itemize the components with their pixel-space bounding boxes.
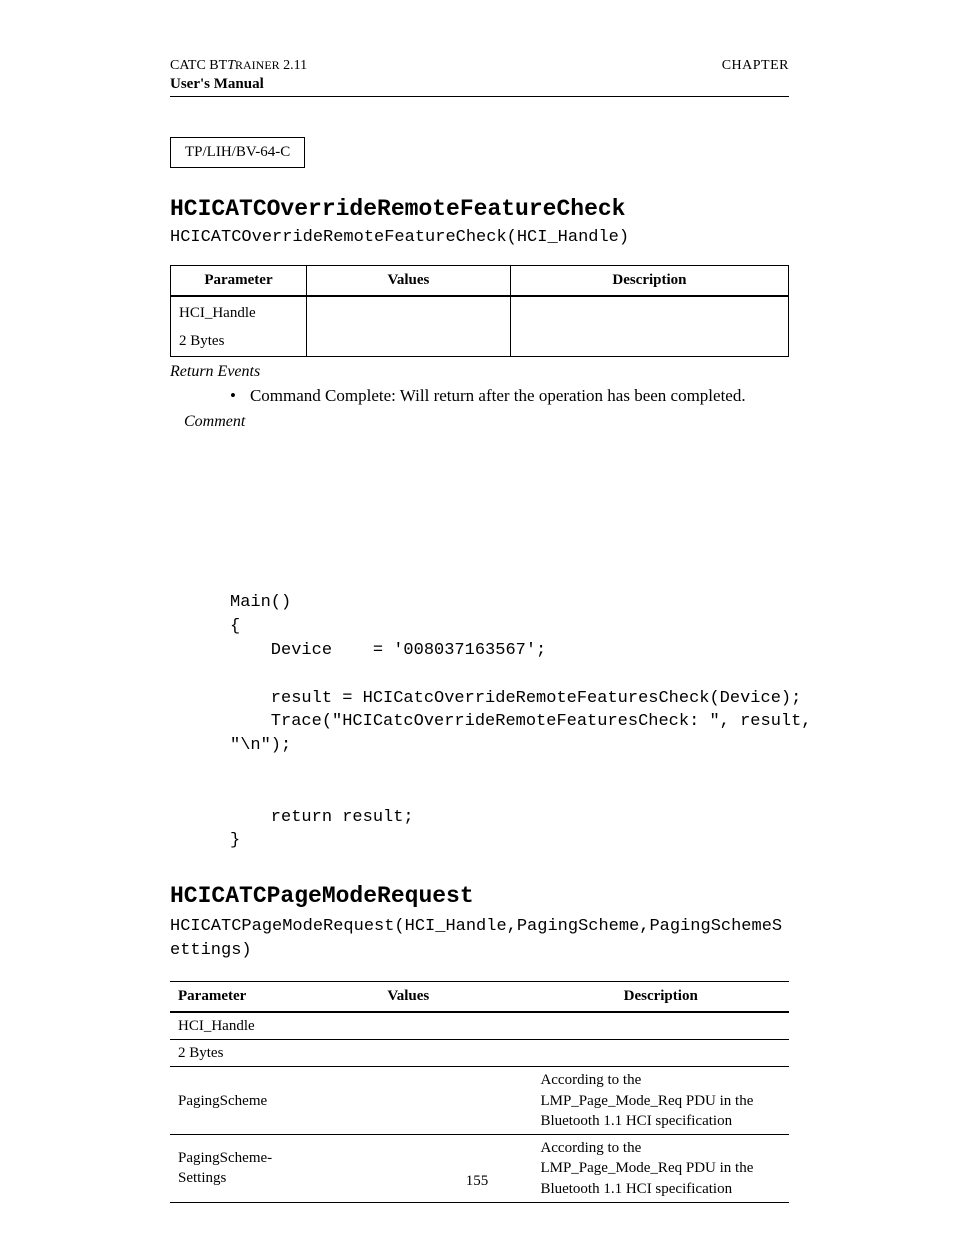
- section2-signature: HCICATCPageModeRequest(HCI_Handle,Paging…: [170, 915, 789, 963]
- cell-values: [306, 1067, 510, 1135]
- table-row: 2 Bytes: [170, 1040, 789, 1067]
- page-number: 155: [0, 1173, 954, 1190]
- cell-values: [306, 1040, 510, 1067]
- cell-description: According to the LMP_Page_Mode_Req PDU i…: [510, 1067, 789, 1135]
- reference-box: TP/LIH/BV-64-C: [170, 137, 305, 168]
- list-item: • Command Complete: Will return after th…: [230, 385, 769, 408]
- table-row: 2 Bytes: [171, 327, 789, 356]
- header-version: 2.11: [280, 58, 307, 73]
- cell-parameter: HCI_Handle: [171, 296, 307, 327]
- manual-title: User's Manual: [170, 76, 789, 93]
- section1-param-table: Parameter Values Description HCI_Handle …: [170, 265, 789, 357]
- header-right: CHAPTER: [722, 58, 789, 74]
- table-header-parameter: Parameter: [170, 981, 306, 1012]
- section2-param-table: Parameter Values Description HCI_Handle …: [170, 981, 789, 1203]
- section1-signature: HCICATCOverrideRemoteFeatureCheck(HCI_Ha…: [170, 228, 789, 247]
- cell-description: [510, 296, 788, 327]
- cell-description: According to the LMP_Page_Mode_Req PDU i…: [510, 1135, 789, 1203]
- running-header: CATC BTTRAINER 2.11 CHAPTER: [170, 58, 789, 74]
- bullet-list: • Command Complete: Will return after th…: [170, 385, 789, 408]
- header-smallcaps: RAINER: [235, 58, 280, 72]
- cell-values: [306, 296, 510, 327]
- header-italic: T: [227, 58, 235, 73]
- cell-parameter: PagingScheme-Settings: [170, 1135, 306, 1203]
- code-block: Main() { Device = '008037163567'; result…: [230, 591, 789, 853]
- table-row: HCI_Handle: [171, 296, 789, 327]
- bullet-icon: •: [230, 385, 236, 408]
- table-header-description: Description: [510, 981, 789, 1012]
- comment-label: Comment: [184, 413, 789, 431]
- cell-values: [306, 1012, 510, 1040]
- header-prefix: CATC BT: [170, 58, 227, 73]
- table-row: HCI_Handle: [170, 1012, 789, 1040]
- cell-parameter: 2 Bytes: [171, 327, 307, 356]
- header-left: CATC BTTRAINER 2.11: [170, 58, 307, 74]
- document-page: CATC BTTRAINER 2.11 CHAPTER User's Manua…: [0, 0, 954, 1235]
- table-header-parameter: Parameter: [171, 266, 307, 297]
- table-header-values: Values: [306, 266, 510, 297]
- cell-values: [306, 1135, 510, 1203]
- bullet-text: Command Complete: Will return after the …: [250, 385, 746, 408]
- return-events-label: Return Events: [170, 363, 789, 381]
- cell-description: [510, 1012, 789, 1040]
- cell-parameter: HCI_Handle: [170, 1012, 306, 1040]
- cell-description: [510, 327, 788, 356]
- cell-parameter: 2 Bytes: [170, 1040, 306, 1067]
- cell-parameter: PagingScheme: [170, 1067, 306, 1135]
- table-header-description: Description: [510, 266, 788, 297]
- section2-heading: HCICATCPageModeRequest: [170, 883, 789, 909]
- header-rule: [170, 96, 789, 97]
- cell-values: [306, 327, 510, 356]
- table-row: PagingScheme-Settings According to the L…: [170, 1135, 789, 1203]
- cell-description: [510, 1040, 789, 1067]
- table-header-values: Values: [306, 981, 510, 1012]
- table-row: PagingScheme According to the LMP_Page_M…: [170, 1067, 789, 1135]
- section1-heading: HCICATCOverrideRemoteFeatureCheck: [170, 196, 789, 222]
